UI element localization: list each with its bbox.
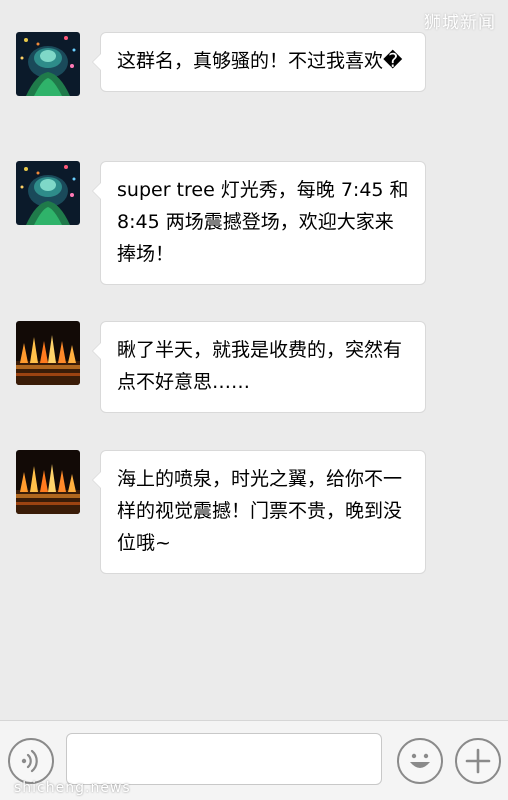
- voice-icon: [21, 749, 38, 773]
- message-text: super tree 灯光秀，每晚 7:45 和 8:45 两场震撼登场，欢迎大…: [117, 179, 415, 265]
- supertree-avatar-image: [16, 161, 80, 225]
- message-text: 瞅了半天，就我是收费的，突然有点不好意思……: [117, 339, 403, 393]
- message-bubble[interactable]: 这群名，真够骚的！不过我喜欢�: [92, 32, 426, 92]
- emoji-icon: [410, 753, 430, 768]
- message-bubble[interactable]: 海上的喷泉，时光之翼，给你不一样的视觉震撼！门票不贵，晚到没位哦~: [92, 450, 426, 574]
- watermark-bottom: shicheng.news: [14, 780, 131, 796]
- supertree-avatar[interactable]: [16, 32, 80, 96]
- message-text: 海上的喷泉，时光之翼，给你不一样的视觉震撼！门票不贵，晚到没位哦~: [117, 468, 403, 554]
- voice-button[interactable]: [8, 738, 54, 784]
- fountain-avatar[interactable]: [16, 321, 80, 385]
- message-bubble[interactable]: 瞅了半天，就我是收费的，突然有点不好意思……: [92, 321, 426, 413]
- plus-icon: [465, 748, 491, 774]
- message-input[interactable]: [66, 733, 382, 785]
- supertree-avatar-image: [16, 32, 80, 96]
- plus-button[interactable]: [455, 738, 501, 784]
- fountain-avatar[interactable]: [16, 450, 80, 514]
- chat-area: 这群名，真够骚的！不过我喜欢� super tree 灯光秀，每晚 7:45 和…: [0, 0, 508, 720]
- message-text: 这群名，真够骚的！不过我喜欢�: [117, 50, 403, 72]
- emoji-button[interactable]: [397, 738, 443, 784]
- fountain-avatar-image: [16, 450, 80, 514]
- supertree-avatar[interactable]: [16, 161, 80, 225]
- fountain-avatar-image: [16, 321, 80, 385]
- message-bubble[interactable]: super tree 灯光秀，每晚 7:45 和 8:45 两场震撼登场，欢迎大…: [92, 161, 426, 285]
